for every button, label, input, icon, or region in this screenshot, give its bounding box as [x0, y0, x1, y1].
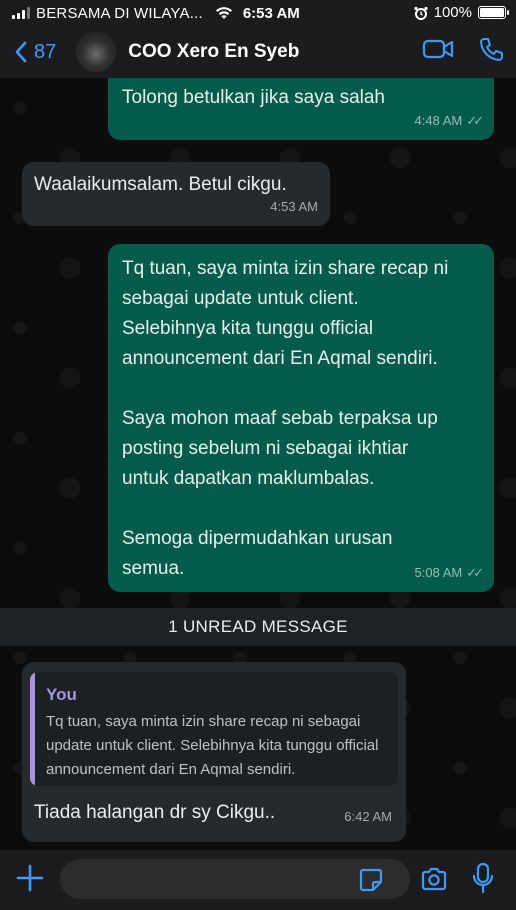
sticker-icon[interactable]: [358, 867, 384, 893]
chat-area[interactable]: Tolong betulkan jika saya salah 4:48 AM …: [0, 78, 516, 850]
quote-text: Tq tuan, saya minta izin share recap ni …: [46, 713, 379, 778]
quote-accent-bar: [30, 672, 35, 786]
message-text: Tolong betulkan jika saya salah: [122, 87, 386, 108]
wifi-icon: [215, 7, 232, 19]
message-text: Waalaikumsalam. Betul cikgu.: [34, 174, 287, 195]
alarm-icon: [414, 6, 428, 20]
message-time: 4:53 AM: [270, 199, 318, 214]
battery-percent: 100%: [433, 4, 472, 21]
quoted-message[interactable]: You Tq tuan, saya minta izin share recap…: [30, 672, 398, 786]
outgoing-message[interactable]: Tq tuan, saya minta izin share recap ni …: [108, 244, 494, 592]
status-time: 6:53 AM: [242, 4, 300, 22]
message-text: Tiada halangan dr sy Cikgu..: [34, 802, 276, 823]
back-button[interactable]: 87: [14, 41, 56, 64]
chat-header: 87 COO Xero En Syeb: [0, 26, 516, 78]
incoming-message[interactable]: Waalaikumsalam. Betul cikgu. 4:53 AM: [22, 162, 330, 226]
read-ticks-icon: ✓✓: [466, 113, 484, 128]
message-time: 5:08 AM: [414, 565, 463, 580]
outgoing-message[interactable]: Tolong betulkan jika saya salah 4:48 AM …: [108, 78, 494, 140]
camera-icon[interactable]: [420, 866, 448, 892]
unread-count: 87: [34, 40, 57, 63]
video-call-icon[interactable]: [422, 37, 454, 61]
quote-author: You: [46, 685, 77, 704]
unread-divider: 1 UNREAD MESSAGE: [0, 608, 516, 646]
back-chevron-icon: [15, 41, 27, 63]
carrier-label: BERSAMA DI WILAYA...: [36, 4, 203, 22]
message-text: Tq tuan, saya minta izin share recap ni …: [122, 258, 449, 579]
incoming-message[interactable]: You Tq tuan, saya minta izin share recap…: [22, 662, 406, 842]
message-time: 6:42 AM: [344, 809, 392, 824]
composer-bar: [0, 850, 516, 910]
read-ticks-icon: ✓✓: [466, 565, 484, 580]
contact-name[interactable]: COO Xero En Syeb: [128, 41, 299, 63]
phone-icon[interactable]: [478, 36, 504, 62]
signal-icon: [12, 7, 30, 19]
microphone-icon[interactable]: [472, 862, 494, 894]
status-bar: BERSAMA DI WILAYA... 6:53 AM 100%: [0, 0, 516, 26]
avatar[interactable]: [76, 32, 117, 72]
battery-icon: [478, 6, 509, 19]
message-time: 4:48 AM: [414, 113, 463, 128]
plus-icon[interactable]: [14, 862, 46, 894]
